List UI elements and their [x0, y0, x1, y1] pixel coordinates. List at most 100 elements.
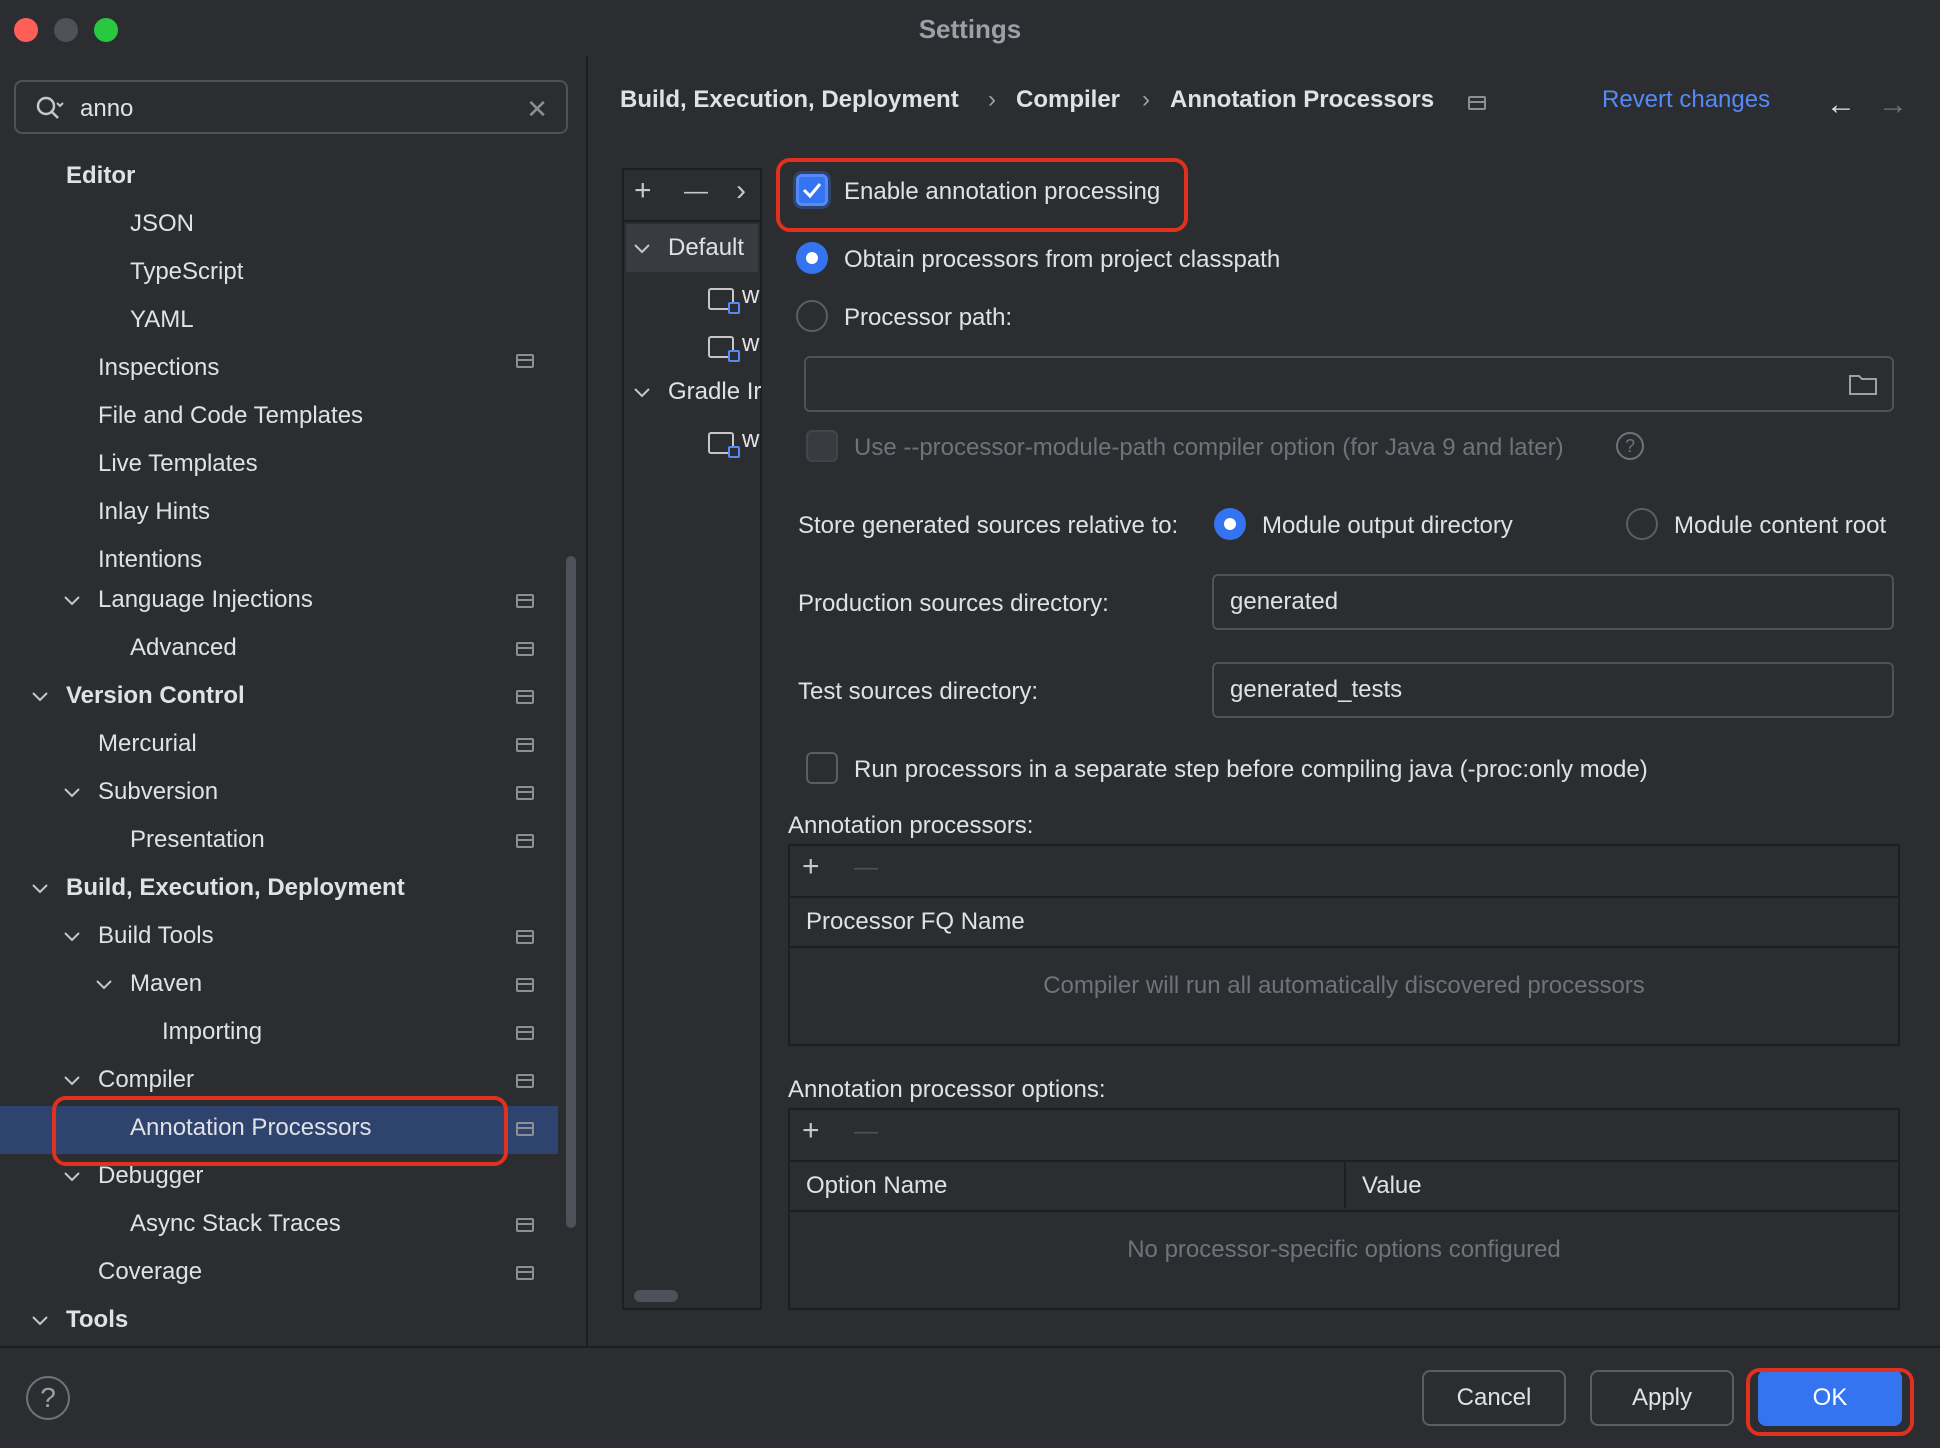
more-profiles-icon[interactable]: › [736, 174, 746, 208]
add-profile-icon[interactable]: + [634, 174, 652, 208]
options-toolbar: + — [790, 1110, 1898, 1162]
project-level-icon [516, 1074, 534, 1088]
project-level-icon [516, 978, 534, 992]
breadcrumb-compiler[interactable]: Compiler [1016, 86, 1120, 114]
sidebar-item-yaml[interactable]: YAML [130, 298, 194, 342]
processor-module-path-checkbox[interactable] [806, 430, 838, 462]
sidebar-item-inspections[interactable]: Inspections [98, 346, 219, 390]
test-sources-label: Test sources directory: [798, 678, 1039, 705]
column-option-name[interactable]: Option Name [806, 1172, 947, 1200]
module-content-root-radio[interactable] [1626, 508, 1658, 540]
processor-module-path-label: Use --processor-module-path compiler opt… [854, 434, 1564, 461]
browse-folder-icon[interactable] [1848, 372, 1878, 401]
module-folder-icon [708, 336, 740, 362]
profiles-horizontal-scrollbar[interactable] [634, 1290, 678, 1302]
chevron-down-icon[interactable] [30, 878, 50, 898]
settings-search-field[interactable]: anno ✕ [14, 80, 568, 134]
module-folder-icon [708, 288, 740, 314]
chevron-down-icon[interactable] [62, 1166, 82, 1186]
sidebar-item-advanced[interactable]: Advanced [130, 626, 237, 670]
sidebar-item-live-templates[interactable]: Live Templates [98, 442, 258, 486]
chevron-down-icon[interactable] [632, 238, 652, 258]
column-processor-fq-name[interactable]: Processor FQ Name [806, 908, 1025, 936]
profile-gradle[interactable]: Gradle Ir [668, 370, 761, 414]
project-level-icon [516, 1218, 534, 1232]
breadcrumb-separator: › [988, 86, 996, 113]
chevron-down-icon[interactable] [30, 1310, 50, 1330]
breadcrumb-build-execution-deployment[interactable]: Build, Execution, Deployment [620, 86, 959, 114]
processor-options-title: Annotation processor options: [788, 1076, 1106, 1103]
annotation-processors-table: + — Processor FQ Name Compiler will run … [788, 844, 1900, 1046]
add-option-icon[interactable]: + [802, 1114, 820, 1148]
sidebar-item-async-stack-traces[interactable]: Async Stack Traces [130, 1202, 341, 1246]
sidebar-item-editor[interactable]: Editor [66, 154, 135, 198]
profile-module[interactable]: w [742, 322, 759, 366]
add-processor-icon[interactable]: + [802, 850, 820, 884]
forward-arrow-icon[interactable]: → [1878, 88, 1908, 122]
sidebar-item-file-code-templates[interactable]: File and Code Templates [98, 394, 363, 438]
clear-search-icon[interactable]: ✕ [526, 94, 548, 125]
remove-option-icon[interactable]: — [854, 1118, 878, 1146]
sidebar-item-coverage[interactable]: Coverage [98, 1250, 202, 1294]
profile-module[interactable]: w [742, 274, 759, 318]
chevron-down-icon[interactable] [62, 590, 82, 610]
chevron-down-icon[interactable] [62, 1070, 82, 1090]
column-divider[interactable] [1344, 1160, 1346, 1208]
highlight-enable-annotation [776, 158, 1188, 232]
module-output-directory-radio[interactable] [1214, 508, 1246, 540]
production-sources-field[interactable]: generated [1212, 574, 1894, 630]
project-level-icon [516, 642, 534, 656]
profile-default[interactable]: Default [668, 226, 744, 270]
sidebar-item-intentions[interactable]: Intentions [98, 538, 202, 582]
cancel-button[interactable]: Cancel [1422, 1370, 1566, 1426]
project-level-icon [516, 354, 534, 368]
production-sources-label: Production sources directory: [798, 590, 1109, 617]
chevron-down-icon[interactable] [94, 974, 114, 994]
sidebar-item-subversion[interactable]: Subversion [98, 770, 218, 814]
column-value[interactable]: Value [1362, 1172, 1422, 1200]
help-icon[interactable]: ? [1616, 432, 1644, 460]
sidebar-item-build-execution-deployment[interactable]: Build, Execution, Deployment [66, 866, 405, 910]
profile-module[interactable]: w [742, 418, 759, 462]
sidebar-item-build-tools[interactable]: Build Tools [98, 914, 214, 958]
highlight-ok [1746, 1368, 1914, 1436]
sidebar-item-inlay-hints[interactable]: Inlay Hints [98, 490, 210, 534]
processor-path-radio[interactable] [796, 300, 828, 332]
chevron-down-icon[interactable] [30, 686, 50, 706]
sidebar-item-version-control[interactable]: Version Control [66, 674, 245, 718]
sidebar-scrollbar[interactable] [566, 556, 576, 1228]
remove-processor-icon[interactable]: — [854, 854, 878, 882]
test-sources-field[interactable]: generated_tests [1212, 662, 1894, 718]
sidebar-item-tools[interactable]: Tools [66, 1298, 128, 1342]
module-folder-icon [708, 432, 740, 458]
separate-step-checkbox[interactable] [806, 752, 838, 784]
sidebar-item-maven[interactable]: Maven [130, 962, 202, 1006]
remove-profile-icon[interactable]: — [684, 178, 708, 206]
obtain-from-classpath-radio[interactable] [796, 242, 828, 274]
back-arrow-icon[interactable]: ← [1826, 88, 1856, 122]
apply-button[interactable]: Apply [1590, 1370, 1734, 1426]
revert-changes-link[interactable]: Revert changes [1602, 86, 1770, 114]
sidebar-item-json[interactable]: JSON [130, 202, 194, 246]
search-input[interactable]: anno [80, 95, 133, 123]
processor-path-label[interactable]: Processor path: [844, 304, 1012, 332]
chevron-down-icon[interactable] [62, 782, 82, 802]
sidebar-item-typescript[interactable]: TypeScript [130, 250, 243, 294]
sidebar-item-mercurial[interactable]: Mercurial [98, 722, 197, 766]
processors-toolbar: + — [790, 846, 1898, 898]
obtain-from-classpath-label[interactable]: Obtain processors from project classpath [844, 246, 1280, 274]
sidebar-divider[interactable] [586, 56, 588, 1346]
sidebar-item-importing[interactable]: Importing [162, 1010, 262, 1054]
separate-step-label[interactable]: Run processors in a separate step before… [854, 756, 1648, 784]
module-output-directory-label[interactable]: Module output directory [1262, 512, 1513, 540]
project-level-icon [516, 834, 534, 848]
chevron-down-icon[interactable] [632, 382, 652, 402]
module-content-root-label[interactable]: Module content root [1674, 512, 1886, 540]
sidebar-item-presentation[interactable]: Presentation [130, 818, 265, 862]
profiles-panel: + — › Default w w Gradle Ir w [622, 168, 762, 1310]
sidebar-item-language-injections[interactable]: Language Injections [98, 578, 313, 622]
help-button[interactable]: ? [26, 1376, 70, 1420]
breadcrumb-annotation-processors: Annotation Processors [1170, 86, 1435, 113]
processor-path-field[interactable] [804, 356, 1894, 412]
chevron-down-icon[interactable] [62, 926, 82, 946]
